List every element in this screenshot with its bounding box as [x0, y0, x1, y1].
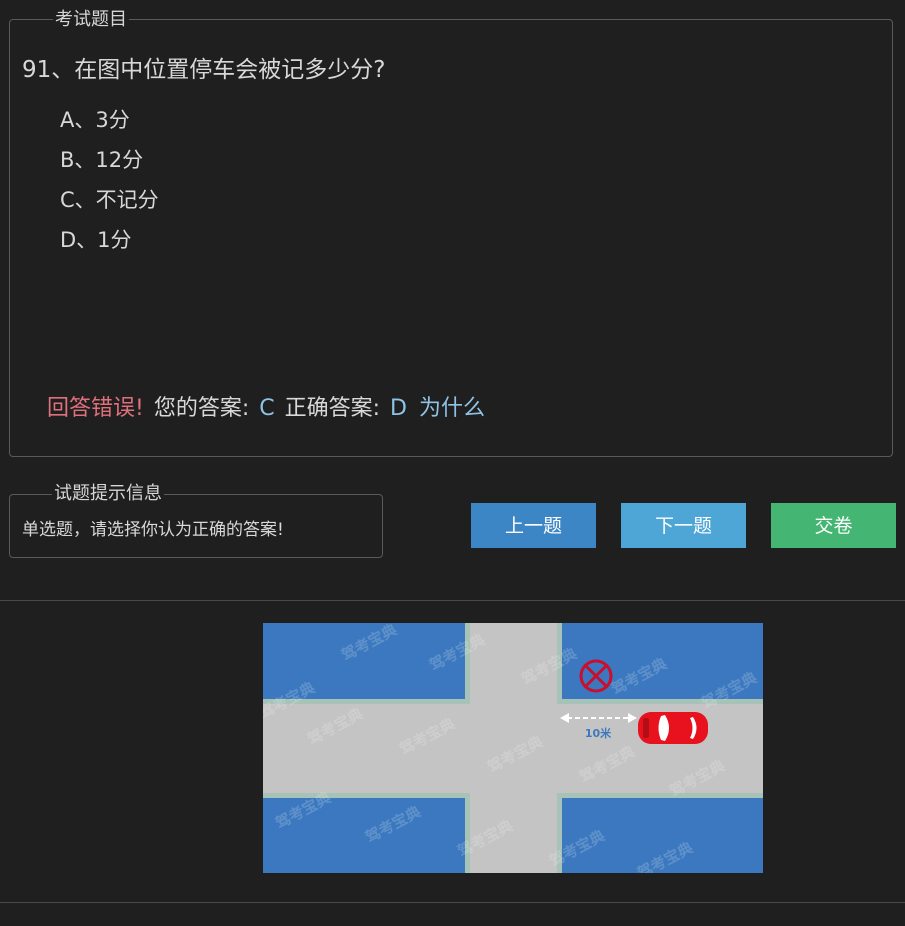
option-b[interactable]: B、12分 [60, 144, 143, 174]
prev-question-button[interactable]: 上一题 [471, 503, 596, 548]
your-answer-label: 您的答案: [153, 396, 250, 421]
question-panel-legend: 考试题目 [53, 9, 129, 30]
next-question-button[interactable]: 下一题 [621, 503, 746, 548]
correct-answer-value: D [390, 396, 407, 421]
option-d[interactable]: D、1分 [60, 224, 132, 254]
distance-label: 10米 [585, 726, 612, 740]
option-a[interactable]: A、3分 [60, 104, 130, 134]
question-figure: 驾考宝典 驾考宝典 驾考宝典 驾考宝典 驾考宝典 驾考宝典 驾考宝典 驾考宝典 … [263, 623, 763, 873]
your-answer-value: C [259, 396, 275, 421]
question-panel: 考试题目 91、在图中位置停车会被记多少分? A、3分 B、12分 C、不记分 … [9, 10, 893, 457]
option-c[interactable]: C、不记分 [60, 184, 159, 214]
result-status: 回答错误! [47, 396, 144, 421]
hint-panel: 试题提示信息 单选题，请选择你认为正确的答案! [9, 484, 383, 558]
divider-bottom [0, 902, 905, 903]
question-text: 91、在图中位置停车会被记多少分? [22, 57, 386, 83]
divider-top [0, 600, 905, 601]
correct-answer-label: 正确答案: [284, 396, 381, 421]
submit-exam-button[interactable]: 交卷 [771, 503, 896, 548]
hint-text: 单选题，请选择你认为正确的答案! [22, 520, 284, 540]
answer-result: 回答错误! 您的答案: C 正确答案: D 为什么 [47, 390, 485, 422]
why-link[interactable]: 为什么 [419, 396, 485, 421]
car-icon [638, 712, 708, 744]
hint-panel-legend: 试题提示信息 [52, 483, 164, 504]
